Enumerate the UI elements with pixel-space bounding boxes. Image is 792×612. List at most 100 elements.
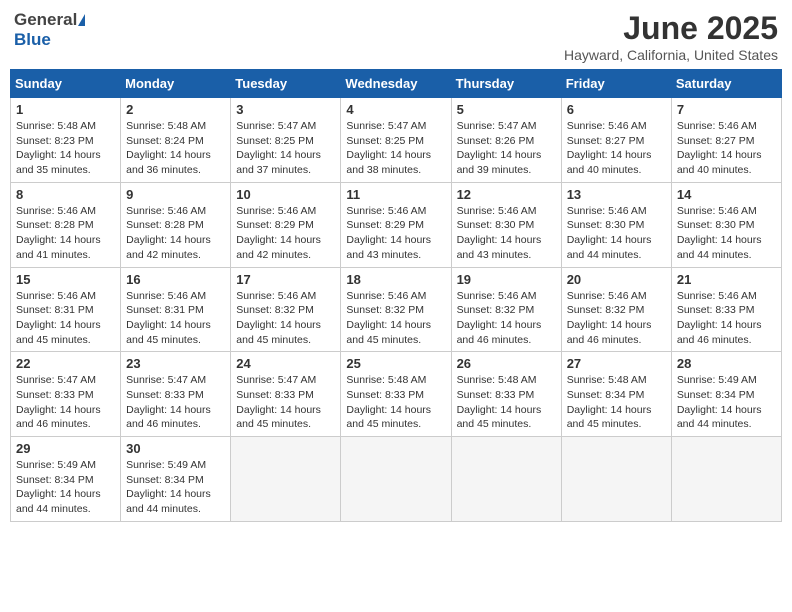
day-info: Sunrise: 5:47 AM Sunset: 8:25 PM Dayligh… [236, 119, 335, 178]
day-info: Sunrise: 5:49 AM Sunset: 8:34 PM Dayligh… [677, 373, 776, 432]
weekday-header-monday: Monday [121, 70, 231, 98]
day-info: Sunrise: 5:47 AM Sunset: 8:25 PM Dayligh… [346, 119, 445, 178]
day-number: 6 [567, 102, 666, 117]
day-info: Sunrise: 5:46 AM Sunset: 8:32 PM Dayligh… [236, 289, 335, 348]
page-header: General Blue June 2025 Hayward, Californ… [10, 10, 782, 63]
day-number: 1 [16, 102, 115, 117]
day-number: 28 [677, 356, 776, 371]
day-number: 26 [457, 356, 556, 371]
day-info: Sunrise: 5:46 AM Sunset: 8:32 PM Dayligh… [457, 289, 556, 348]
calendar-day [341, 437, 451, 522]
calendar-week-row: 8 Sunrise: 5:46 AM Sunset: 8:28 PM Daylig… [11, 182, 782, 267]
calendar-day: 22 Sunrise: 5:47 AM Sunset: 8:33 PM Dayli… [11, 352, 121, 437]
logo-blue: Blue [14, 30, 51, 49]
weekday-header-thursday: Thursday [451, 70, 561, 98]
calendar-week-row: 22 Sunrise: 5:47 AM Sunset: 8:33 PM Dayli… [11, 352, 782, 437]
day-number: 25 [346, 356, 445, 371]
day-info: Sunrise: 5:48 AM Sunset: 8:23 PM Dayligh… [16, 119, 115, 178]
calendar-day: 15Sunrise: 5:46 AM Sunset: 8:31 PM Dayli… [11, 267, 121, 352]
weekday-header-friday: Friday [561, 70, 671, 98]
day-number: 12 [457, 187, 556, 202]
logo-triangle-icon [78, 14, 85, 26]
day-number: 22 [16, 356, 115, 371]
day-info: Sunrise: 5:46 AM Sunset: 8:32 PM Dayligh… [567, 289, 666, 348]
calendar-week-row: 29Sunrise: 5:49 AM Sunset: 8:34 PM Dayli… [11, 437, 782, 522]
calendar-day: 8 Sunrise: 5:46 AM Sunset: 8:28 PM Daylig… [11, 182, 121, 267]
day-number: 3 [236, 102, 335, 117]
calendar-day [451, 437, 561, 522]
day-info: Sunrise: 5:46 AM Sunset: 8:29 PM Dayligh… [236, 204, 335, 263]
calendar-day: 3 Sunrise: 5:47 AM Sunset: 8:25 PM Daylig… [231, 98, 341, 183]
calendar-week-row: 1 Sunrise: 5:48 AM Sunset: 8:23 PM Daylig… [11, 98, 782, 183]
calendar-day [561, 437, 671, 522]
day-number: 2 [126, 102, 225, 117]
day-number: 4 [346, 102, 445, 117]
calendar-day: 21Sunrise: 5:46 AM Sunset: 8:33 PM Dayli… [671, 267, 781, 352]
calendar-day: 6 Sunrise: 5:46 AM Sunset: 8:27 PM Daylig… [561, 98, 671, 183]
calendar-day: 4 Sunrise: 5:47 AM Sunset: 8:25 PM Daylig… [341, 98, 451, 183]
calendar-day: 14Sunrise: 5:46 AM Sunset: 8:30 PM Dayli… [671, 182, 781, 267]
calendar-day: 20 Sunrise: 5:46 AM Sunset: 8:32 PM Dayli… [561, 267, 671, 352]
day-info: Sunrise: 5:47 AM Sunset: 8:33 PM Dayligh… [236, 373, 335, 432]
calendar-day: 24Sunrise: 5:47 AM Sunset: 8:33 PM Dayli… [231, 352, 341, 437]
day-info: Sunrise: 5:48 AM Sunset: 8:33 PM Dayligh… [346, 373, 445, 432]
calendar-day: 17 Sunrise: 5:46 AM Sunset: 8:32 PM Dayli… [231, 267, 341, 352]
day-number: 11 [346, 187, 445, 202]
calendar-day: 9 Sunrise: 5:46 AM Sunset: 8:28 PM Daylig… [121, 182, 231, 267]
calendar-day: 25 Sunrise: 5:48 AM Sunset: 8:33 PM Dayli… [341, 352, 451, 437]
day-number: 16 [126, 272, 225, 287]
title-block: June 2025 Hayward, California, United St… [564, 10, 778, 63]
calendar-week-row: 15 Sunrise: 5:46 AM Sunset: 8:31 PM Dayli… [11, 267, 782, 352]
day-info: Sunrise: 5:49 AM Sunset: 8:34 PM Dayligh… [16, 458, 115, 517]
day-number: 5 [457, 102, 556, 117]
day-info: Sunrise: 5:46 AM Sunset: 8:30 PM Dayligh… [457, 204, 556, 263]
calendar-day [231, 437, 341, 522]
calendar-day: 10 Sunrise: 5:46 AM Sunset: 8:29 PM Dayli… [231, 182, 341, 267]
day-info: Sunrise: 5:47 AM Sunset: 8:33 PM Dayligh… [126, 373, 225, 432]
day-info: Sunrise: 5:46 AM Sunset: 8:30 PM Dayligh… [567, 204, 666, 263]
day-info: Sunrise: 5:46 AM Sunset: 8:29 PM Dayligh… [346, 204, 445, 263]
calendar-day: 12 Sunrise: 5:46 AM Sunset: 8:30 PM Dayli… [451, 182, 561, 267]
day-info: Sunrise: 5:46 AM Sunset: 8:32 PM Dayligh… [346, 289, 445, 348]
calendar-day: 23Sunrise: 5:47 AM Sunset: 8:33 PM Dayli… [121, 352, 231, 437]
day-info: Sunrise: 5:47 AM Sunset: 8:33 PM Dayligh… [16, 373, 115, 432]
logo-general: General [14, 10, 77, 30]
month-title: June 2025 [564, 10, 778, 47]
day-number: 15 [16, 272, 115, 287]
calendar-day: 26 Sunrise: 5:48 AM Sunset: 8:33 PM Dayli… [451, 352, 561, 437]
calendar-day [671, 437, 781, 522]
day-info: Sunrise: 5:46 AM Sunset: 8:28 PM Dayligh… [16, 204, 115, 263]
location: Hayward, California, United States [564, 47, 778, 63]
day-info: Sunrise: 5:49 AM Sunset: 8:34 PM Dayligh… [126, 458, 225, 517]
day-info: Sunrise: 5:46 AM Sunset: 8:28 PM Dayligh… [126, 204, 225, 263]
day-number: 7 [677, 102, 776, 117]
day-info: Sunrise: 5:46 AM Sunset: 8:31 PM Dayligh… [126, 289, 225, 348]
calendar-day: 7Sunrise: 5:46 AM Sunset: 8:27 PM Daylig… [671, 98, 781, 183]
day-number: 18 [346, 272, 445, 287]
day-info: Sunrise: 5:46 AM Sunset: 8:27 PM Dayligh… [567, 119, 666, 178]
day-info: Sunrise: 5:48 AM Sunset: 8:24 PM Dayligh… [126, 119, 225, 178]
day-number: 10 [236, 187, 335, 202]
weekday-header-sunday: Sunday [11, 70, 121, 98]
weekday-header-saturday: Saturday [671, 70, 781, 98]
day-number: 9 [126, 187, 225, 202]
calendar-day: 30 Sunrise: 5:49 AM Sunset: 8:34 PM Dayli… [121, 437, 231, 522]
calendar-day: 11 Sunrise: 5:46 AM Sunset: 8:29 PM Dayli… [341, 182, 451, 267]
calendar-day: 13 Sunrise: 5:46 AM Sunset: 8:30 PM Dayli… [561, 182, 671, 267]
calendar-table: SundayMondayTuesdayWednesdayThursdayFrid… [10, 69, 782, 522]
day-info: Sunrise: 5:48 AM Sunset: 8:33 PM Dayligh… [457, 373, 556, 432]
day-number: 13 [567, 187, 666, 202]
calendar-day: 29Sunrise: 5:49 AM Sunset: 8:34 PM Dayli… [11, 437, 121, 522]
weekday-header-row: SundayMondayTuesdayWednesdayThursdayFrid… [11, 70, 782, 98]
day-number: 30 [126, 441, 225, 456]
logo: General Blue [14, 10, 85, 50]
day-number: 17 [236, 272, 335, 287]
day-number: 8 [16, 187, 115, 202]
calendar-day: 2 Sunrise: 5:48 AM Sunset: 8:24 PM Daylig… [121, 98, 231, 183]
day-info: Sunrise: 5:48 AM Sunset: 8:34 PM Dayligh… [567, 373, 666, 432]
day-info: Sunrise: 5:46 AM Sunset: 8:33 PM Dayligh… [677, 289, 776, 348]
calendar-day: 5Sunrise: 5:47 AM Sunset: 8:26 PM Daylig… [451, 98, 561, 183]
calendar-day: 19Sunrise: 5:46 AM Sunset: 8:32 PM Dayli… [451, 267, 561, 352]
day-number: 14 [677, 187, 776, 202]
day-number: 20 [567, 272, 666, 287]
